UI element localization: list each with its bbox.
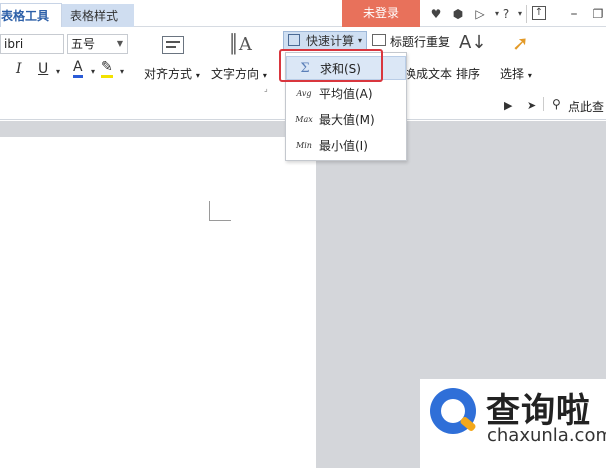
sort-label[interactable]: 排序 bbox=[456, 65, 480, 82]
max-icon: Max bbox=[295, 115, 313, 124]
menu-item-max[interactable]: Max 最大值(M) bbox=[286, 108, 406, 132]
upload-icon[interactable]: ↑ bbox=[532, 6, 546, 20]
login-button[interactable]: 未登录 bbox=[342, 0, 420, 27]
watermark-url: chaxunla.com bbox=[487, 425, 606, 446]
font-color-button[interactable]: A bbox=[73, 60, 83, 78]
title-repeat-button[interactable]: 标题行重复 bbox=[390, 33, 450, 50]
highlight-icon[interactable]: ✎ bbox=[101, 60, 113, 78]
min-icon: Min bbox=[296, 141, 312, 150]
quick-calc-button[interactable]: 快速计算 ▾ bbox=[283, 31, 367, 51]
divider bbox=[526, 5, 527, 23]
sort-icon[interactable]: A↓ bbox=[459, 32, 486, 53]
skin-icon[interactable]: ♥ bbox=[428, 6, 444, 22]
restore-icon[interactable]: ❐ bbox=[590, 6, 606, 22]
margin-corner-mark bbox=[209, 201, 231, 221]
divider bbox=[543, 97, 544, 111]
font-name-value: ibri bbox=[4, 37, 24, 51]
text-direction-label[interactable]: 文字方向 ▾ bbox=[211, 65, 267, 82]
dialog-launcher-icon[interactable]: ⌟ bbox=[264, 84, 268, 93]
select-label[interactable]: 选择 ▾ bbox=[500, 65, 532, 82]
play-icon[interactable]: ▶ bbox=[504, 99, 512, 112]
forward-icon[interactable]: ➤ bbox=[527, 99, 536, 112]
align-label[interactable]: 对齐方式 ▾ bbox=[144, 65, 200, 82]
chevron-down-icon[interactable]: ▾ bbox=[91, 67, 95, 76]
menu-item-min[interactable]: Min 最小值(I) bbox=[286, 134, 406, 158]
minimize-icon[interactable]: – bbox=[566, 6, 582, 22]
chevron-down-icon[interactable]: ▾ bbox=[120, 67, 124, 76]
highlight-box bbox=[279, 49, 383, 82]
tab-strip: 表格工具 表格样式 未登录 ♥ ⬢ ▷ ▾ ? ▾ ↑ – ❐ bbox=[0, 0, 606, 27]
underline-button[interactable]: U bbox=[38, 61, 48, 77]
chevron-down-icon[interactable]: ▾ bbox=[56, 67, 60, 76]
chevron-down-icon: ▾ bbox=[358, 36, 363, 45]
avg-icon: Avg bbox=[296, 89, 312, 98]
font-size-value: 五号 bbox=[71, 37, 96, 51]
calculator-icon bbox=[288, 34, 300, 46]
tab-table-style[interactable]: 表格样式 bbox=[62, 4, 134, 27]
font-size-select[interactable]: 五号 ▼ bbox=[67, 34, 128, 54]
quick-calc-label: 快速计算 bbox=[306, 34, 355, 48]
text-direction-icon[interactable]: ║A bbox=[228, 34, 252, 55]
search-input[interactable]: 点此查 bbox=[568, 98, 604, 115]
chevron-down-icon: ▼ bbox=[116, 39, 123, 48]
align-icon[interactable] bbox=[162, 36, 184, 54]
font-name-select[interactable]: ibri bbox=[0, 34, 64, 54]
convert-to-text-button[interactable]: 换成文本 bbox=[404, 65, 452, 82]
table-icon bbox=[372, 34, 386, 46]
tab-table-tools[interactable]: 表格工具 bbox=[0, 3, 62, 27]
document-page[interactable] bbox=[0, 137, 316, 468]
cursor-icon[interactable]: ➚ bbox=[512, 31, 529, 55]
menu-item-average[interactable]: Avg 平均值(A) bbox=[286, 82, 406, 106]
settings-icon[interactable]: ⬢ bbox=[450, 6, 466, 22]
italic-button[interactable]: I bbox=[16, 61, 22, 77]
search-icon[interactable]: ⚲ bbox=[552, 97, 561, 111]
share-icon[interactable]: ▷ bbox=[472, 6, 488, 22]
